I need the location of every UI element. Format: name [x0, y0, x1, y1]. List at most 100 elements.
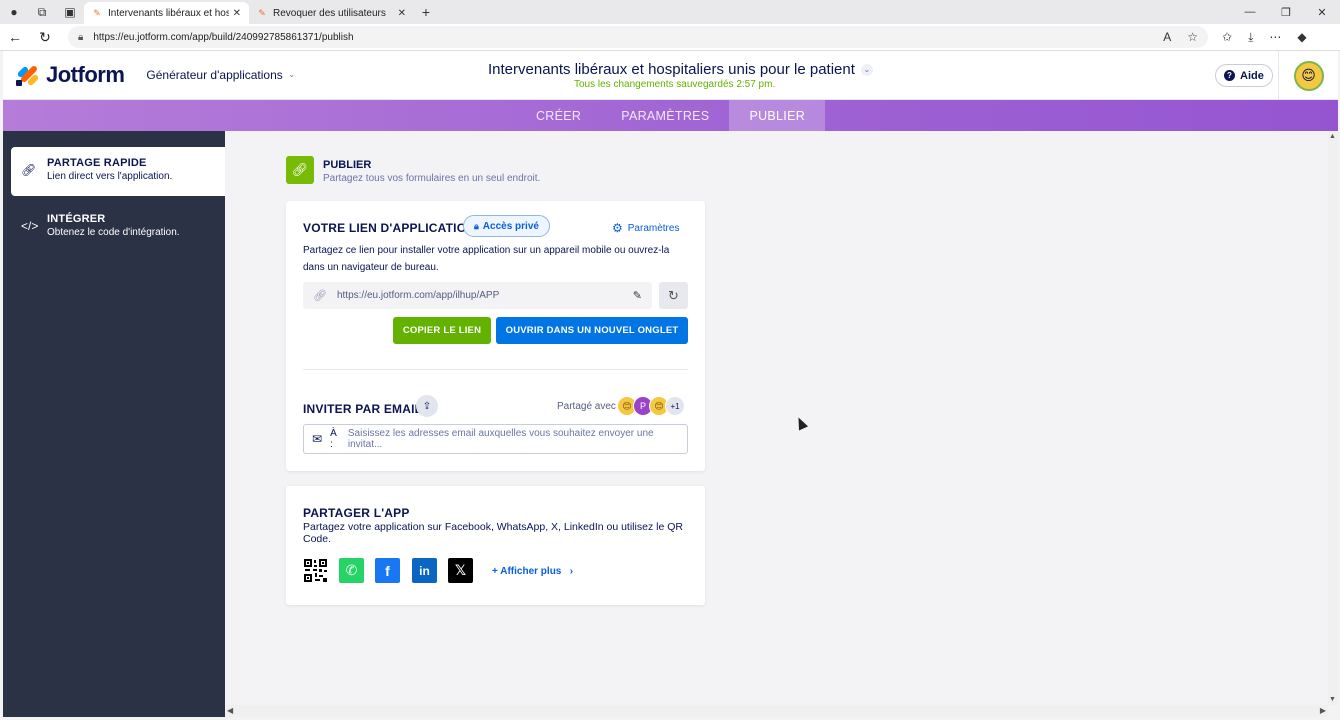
avatar-icon: 😊 — [1293, 60, 1324, 91]
url-text: https://eu.jotform.com/app/build/2409927… — [93, 31, 354, 43]
url-field[interactable]: 🔒︎ https://eu.jotform.com/app/build/2409… — [68, 26, 1208, 48]
lock-icon: 🔒︎ — [474, 220, 479, 231]
restore-icon[interactable]: ❐ — [1268, 6, 1304, 19]
whatsapp-button[interactable]: ✆ — [339, 558, 364, 583]
browser-tab-active[interactable]: ✎ Intervenants libéraux et hospitalie ✕ — [84, 2, 249, 24]
gear-icon: ⚙ — [612, 221, 623, 235]
minimize-icon[interactable]: — — [1232, 6, 1268, 19]
app-header: Jotform Générateur d'applications ⌄ Inte… — [3, 51, 1338, 100]
vertical-scrollbar[interactable]: ▲ ▼ — [1328, 131, 1338, 705]
horizontal-scrollbar[interactable]: ◀ ▶ — [225, 705, 1328, 717]
invite-email-input[interactable]: ✉ À : Saisissez les adresses email auxqu… — [303, 424, 688, 454]
refresh-icon: ↻ — [668, 287, 679, 303]
jotform-logo[interactable]: Jotform — [16, 62, 125, 88]
favorites-icon[interactable]: ✩ — [1222, 30, 1232, 45]
app-title[interactable]: Intervenants libéraux et hospitaliers un… — [488, 61, 873, 78]
show-more-link[interactable]: + Afficher plus › — [492, 566, 573, 577]
scroll-up-icon[interactable]: ▲ — [1329, 133, 1336, 140]
more-icon[interactable]: ⋯ — [1269, 30, 1281, 45]
workspaces-icon[interactable]: ⧉ — [28, 0, 56, 24]
publish-sidebar: 🔗︎ PARTAGE RAPIDE Lien direct vers l'app… — [3, 131, 225, 717]
close-window-icon[interactable]: ✕ — [1304, 6, 1340, 19]
main-content: 🔗︎ PUBLIER Partagez tous vos formulaires… — [225, 131, 1328, 705]
x-icon: 𝕏 — [454, 562, 467, 578]
email-placeholder: Saisissez les adresses email auxquelles … — [347, 428, 654, 450]
divider — [303, 369, 688, 370]
tab-title: Revoquer des utilisateurs — [273, 7, 386, 19]
link-icon: 🔗︎ — [21, 163, 37, 177]
jotform-favicon-icon: ✎ — [93, 7, 101, 18]
app-title-text: Intervenants libéraux et hospitaliers un… — [488, 61, 855, 78]
settings-label: Paramètres — [627, 222, 680, 234]
app-link-description: Partagez ce lien pour installer votre ap… — [303, 245, 670, 273]
help-button[interactable]: ? Aide — [1215, 64, 1273, 87]
sidebar-item-title: PARTAGE RAPIDE — [47, 157, 147, 169]
app-link-text: https://eu.jotform.com/app/ilhup/APP — [336, 290, 500, 301]
private-access-badge[interactable]: 🔒︎ Accès privé — [463, 215, 550, 237]
share-app-card: PARTAGER L'APP Partagez votre applicatio… — [286, 486, 705, 605]
copy-link-button[interactable]: COPIER LE LIEN — [393, 317, 491, 344]
open-new-tab-button[interactable]: OUVRIR DANS UN NOUVEL ONGLET — [496, 317, 688, 344]
read-aloud-icon[interactable]: A — [1163, 30, 1171, 44]
sidebar-item-subtitle: Lien direct vers l'application. — [47, 171, 173, 182]
scroll-left-icon[interactable]: ◀ — [227, 706, 233, 715]
upload-icon: ⇪ — [422, 400, 432, 412]
close-tab-icon[interactable]: ✕ — [233, 8, 241, 19]
whatsapp-icon: ✆ — [345, 562, 358, 578]
download-icon[interactable]: ⤓ — [1248, 30, 1253, 45]
app-link-field[interactable]: 🔗︎ https://eu.jotform.com/app/ilhup/APP … — [303, 282, 652, 309]
app-link-title: VOTRE LIEN D'APPLICATION — [303, 221, 476, 235]
browser-tab[interactable]: ✎ Revoquer des utilisateurs ✕ — [249, 2, 414, 24]
settings-link[interactable]: ⚙ Paramètres — [612, 221, 679, 235]
shared-with-label: Partagé avec — [557, 401, 616, 412]
badge-label: Accès privé — [482, 220, 539, 232]
builder-dropdown[interactable]: Générateur d'applications ⌄ — [146, 68, 296, 82]
copilot-icon[interactable]: ◆ — [1297, 30, 1306, 45]
sidebar-item-quick-share[interactable]: 🔗︎ PARTAGE RAPIDE Lien direct vers l'app… — [11, 147, 225, 196]
tab-publish[interactable]: PUBLIER — [729, 100, 826, 131]
new-tab-icon[interactable]: + — [414, 4, 438, 20]
logo-text: Jotform — [46, 62, 125, 87]
scroll-down-icon[interactable]: ▼ — [1329, 696, 1336, 703]
link-icon: 🔗︎ — [313, 290, 327, 302]
browser-tab-bar: ● ⧉ ▣ ✎ Intervenants libéraux et hospita… — [0, 0, 1340, 24]
x-button[interactable]: 𝕏 — [448, 558, 473, 583]
envelope-icon: ✉ — [312, 432, 323, 446]
back-icon[interactable]: ← — [0, 29, 30, 45]
qr-code-icon — [303, 558, 328, 583]
publish-title: PUBLIER — [323, 159, 372, 171]
upload-button[interactable]: ⇪ — [416, 395, 438, 417]
scroll-right-icon[interactable]: ▶ — [1320, 706, 1326, 715]
sidebar-item-subtitle: Obtenez le code d'intégration. — [47, 227, 180, 238]
avatar-more-count: +1 — [665, 396, 685, 416]
save-status: Tous les changements sauvegardés 2:57 pm… — [574, 79, 776, 90]
address-bar: ← ↻ 🔒︎ https://eu.jotform.com/app/build/… — [0, 24, 1340, 51]
refresh-link-button[interactable]: ↻ — [659, 282, 688, 309]
user-avatar[interactable]: 😊 — [1278, 51, 1338, 100]
builder-label: Générateur d'applications — [146, 68, 283, 82]
qr-code-button[interactable] — [303, 558, 328, 583]
jotform-logo-icon — [16, 64, 40, 87]
chevron-down-icon: ⌄ — [860, 63, 873, 76]
pencil-icon[interactable]: ✎ — [633, 289, 642, 302]
app-link-card: VOTRE LIEN D'APPLICATION 🔒︎ Accès privé … — [286, 201, 705, 471]
tab-settings[interactable]: PARAMÈTRES — [601, 100, 729, 131]
tab-actions-icon[interactable]: ▣ — [56, 0, 84, 24]
jotform-favicon-icon: ✎ — [258, 7, 266, 18]
profile-icon[interactable]: ● — [0, 0, 28, 24]
favorite-star-icon[interactable]: ☆ — [1187, 30, 1198, 44]
lock-icon: 🔒︎ — [78, 31, 84, 43]
tab-title: Intervenants libéraux et hospitalie — [108, 7, 229, 19]
linkedin-icon: in — [419, 563, 430, 578]
reload-icon[interactable]: ↻ — [30, 29, 60, 46]
facebook-button[interactable]: f — [375, 558, 400, 583]
tab-create[interactable]: CRÉER — [516, 100, 601, 131]
code-icon: </> — [21, 219, 39, 233]
share-app-title: PARTAGER L'APP — [303, 506, 410, 520]
linkedin-button[interactable]: in — [412, 558, 437, 583]
publish-header: 🔗︎ PUBLIER Partagez tous vos formulaires… — [286, 156, 540, 184]
close-tab-icon[interactable]: ✕ — [398, 8, 406, 19]
shared-avatars[interactable]: 😊 P 😊 +1 — [617, 396, 685, 416]
sidebar-item-embed[interactable]: </> INTÉGRER Obtenez le code d'intégrati… — [11, 203, 225, 252]
show-more-label: + Afficher plus — [492, 566, 562, 577]
